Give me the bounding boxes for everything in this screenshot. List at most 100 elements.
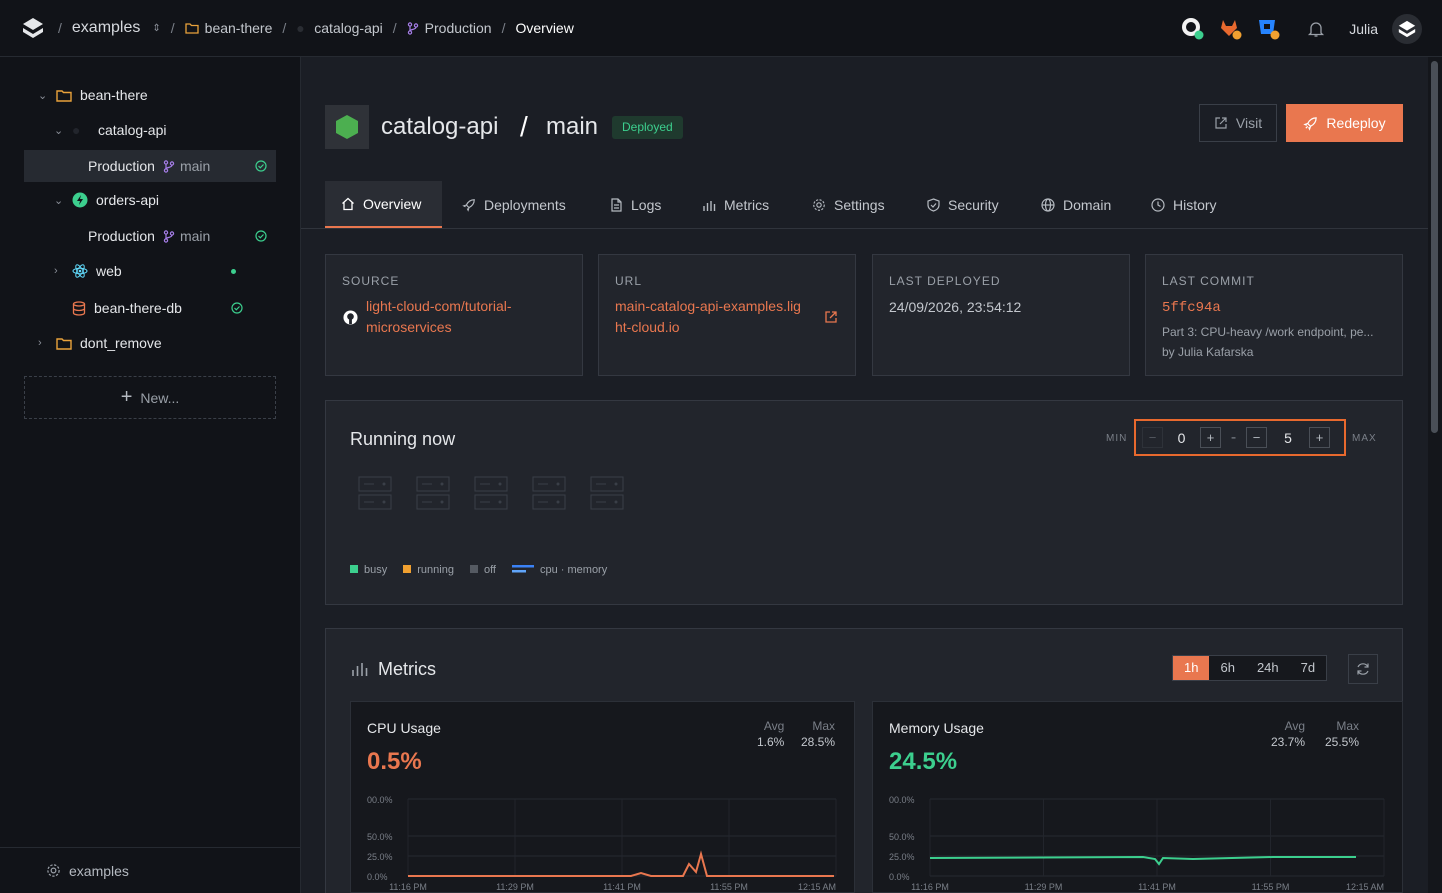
tab-domain[interactable]: Domain (1041, 181, 1111, 228)
min-increment-button[interactable]: + (1200, 427, 1221, 448)
breadcrumb-project[interactable]: bean-there (205, 20, 273, 36)
gitlab-icon[interactable] (1219, 17, 1243, 41)
sidebar-item-label: orders-api (96, 192, 160, 208)
breadcrumb-service[interactable]: catalog-api (314, 20, 383, 36)
service-icon: ● (296, 20, 305, 36)
sidebar-item-orders-production[interactable]: Production main (24, 220, 276, 252)
y-tick-label: 25.0% (367, 852, 393, 862)
breadcrumb-env[interactable]: Production (425, 20, 492, 36)
clock-icon (1151, 197, 1165, 212)
redeploy-label: Redeploy (1326, 115, 1386, 131)
chevron-right-icon[interactable]: › (38, 337, 52, 349)
rocket-icon (1303, 116, 1318, 131)
instance-legend: busy running off cpu · memory (350, 564, 607, 576)
refresh-button[interactable] (1348, 654, 1378, 684)
legend-off-label: off (483, 564, 496, 576)
max-decrement-button[interactable]: − (1246, 427, 1267, 448)
tab-settings[interactable]: Settings (812, 181, 885, 228)
sidebar-item-web[interactable]: › web (54, 256, 274, 286)
chevron-down-icon[interactable]: ⌄ (38, 89, 52, 102)
bell-icon[interactable] (1307, 20, 1325, 38)
external-link-icon[interactable] (824, 310, 838, 324)
range-1h[interactable]: 1h (1173, 656, 1210, 680)
tab-metrics[interactable]: Metrics (702, 181, 769, 228)
visit-button[interactable]: Visit (1199, 104, 1277, 142)
sidebar-item-orders-api[interactable]: ⌄ orders-api (54, 185, 274, 215)
commit-author: by Julia Kafarska (1162, 345, 1254, 359)
github-icon[interactable] (1181, 17, 1205, 41)
range-24h[interactable]: 24h (1246, 656, 1290, 680)
x-tick-label: 11:29 PM (496, 882, 534, 892)
file-icon (611, 197, 622, 212)
metrics-title: Metrics (378, 659, 436, 679)
sidebar-item-bean-there-db[interactable]: bean-there-db (54, 293, 274, 323)
tab-label: History (1173, 196, 1217, 213)
sidebar-item-catalog-production[interactable]: Production main (24, 150, 276, 182)
server-slot-icon (590, 476, 624, 510)
redeploy-button[interactable]: Redeploy (1286, 104, 1403, 142)
last-deployed-label: LAST DEPLOYED (889, 274, 1001, 288)
sidebar-item-label: Production (88, 228, 155, 244)
sidebar-item-catalog-api[interactable]: ⌄ ● catalog-api (54, 115, 274, 145)
avatar[interactable] (1392, 13, 1422, 44)
memory-usage-chart: 00.0% 50.0% 25.0% 0.0%11:16 PM 11:29 PM 11:41… (889, 795, 1385, 892)
tab-label: Settings (834, 196, 885, 213)
folder-icon (56, 337, 72, 350)
tab-logs[interactable]: Logs (610, 181, 661, 228)
legend-cpu-memory-label: cpu · memory (539, 564, 608, 576)
min-decrement-button[interactable]: − (1142, 427, 1163, 448)
status-dot (231, 268, 236, 274)
user-name[interactable]: Julia (1349, 21, 1378, 37)
y-tick-label: 50.0% (367, 832, 393, 842)
vertical-scrollbar[interactable] (1428, 57, 1442, 893)
y-tick-label: 00.0% (889, 795, 915, 805)
sidebar-item-dont-remove[interactable]: › dont_remove (38, 328, 278, 358)
min-label: MIN (1106, 433, 1128, 444)
tab-label: Logs (631, 196, 662, 213)
branch-label: main (179, 228, 211, 244)
chevron-right-icon[interactable]: › (54, 265, 68, 277)
sidebar-item-bean-there[interactable]: ⌄ bean-there (38, 80, 278, 110)
x-tick-label: 12:15 AM (1346, 882, 1384, 892)
app-logo-icon[interactable] (22, 17, 44, 39)
tab-history[interactable]: History (1151, 181, 1217, 228)
gear-icon (813, 198, 825, 211)
last-deployed-card: LAST DEPLOYED 24/09/2026, 23:54:12 (872, 254, 1130, 376)
database-icon (72, 300, 86, 316)
x-tick-label: 11:41 PM (1138, 882, 1176, 892)
sidebar-footer[interactable]: examples (0, 847, 300, 893)
max-increment-button[interactable]: + (1309, 427, 1330, 448)
memory-usage-line (929, 855, 1356, 866)
source-repo-link[interactable]: light-cloud-com/tutorial- microservices (366, 296, 512, 338)
title-separator: / (520, 111, 528, 142)
source-repo-line1: light-cloud-com/tutorial- (366, 298, 512, 314)
service-url-link[interactable]: main-catalog-api-examples.lig ht-cloud.i… (615, 296, 801, 338)
chevron-down-icon[interactable]: ⌄ (54, 194, 68, 207)
bar-chart-icon (352, 663, 368, 676)
plus-icon: + (120, 386, 133, 408)
scrollbar-thumb[interactable] (1431, 61, 1438, 433)
external-link-icon (1215, 117, 1227, 129)
max-instances-value[interactable]: 5 (1267, 430, 1309, 446)
top-bar: / examples ⇕ / bean-there / ● catalog-ap… (0, 0, 1442, 57)
min-instances-value[interactable]: 0 (1163, 430, 1200, 446)
tab-overview[interactable]: Overview (325, 181, 442, 228)
avatar-logo-icon (1398, 20, 1416, 37)
commit-hash[interactable]: 5ffc94a (1162, 300, 1221, 316)
chevron-down-icon[interactable]: ⌄ (54, 124, 68, 137)
range-6h[interactable]: 6h (1209, 656, 1245, 680)
tab-deployments[interactable]: Deployments (462, 181, 566, 228)
new-label: New... (140, 389, 180, 406)
check-circle-icon (231, 302, 243, 314)
range-7d[interactable]: 7d (1290, 656, 1326, 680)
rocket-icon (462, 198, 475, 212)
running-now-title: Running now (350, 429, 456, 449)
source-label: SOURCE (342, 274, 400, 288)
tab-security[interactable]: Security (927, 181, 999, 228)
range-dash: - (1230, 428, 1237, 446)
new-resource-button[interactable]: + New... (24, 376, 276, 419)
bitbucket-icon[interactable] (1257, 17, 1281, 41)
service-title: catalog-api (381, 113, 499, 140)
breadcrumb-workspace[interactable]: examples (72, 19, 140, 37)
workspace-switch-icon[interactable]: ⇕ (152, 23, 160, 34)
